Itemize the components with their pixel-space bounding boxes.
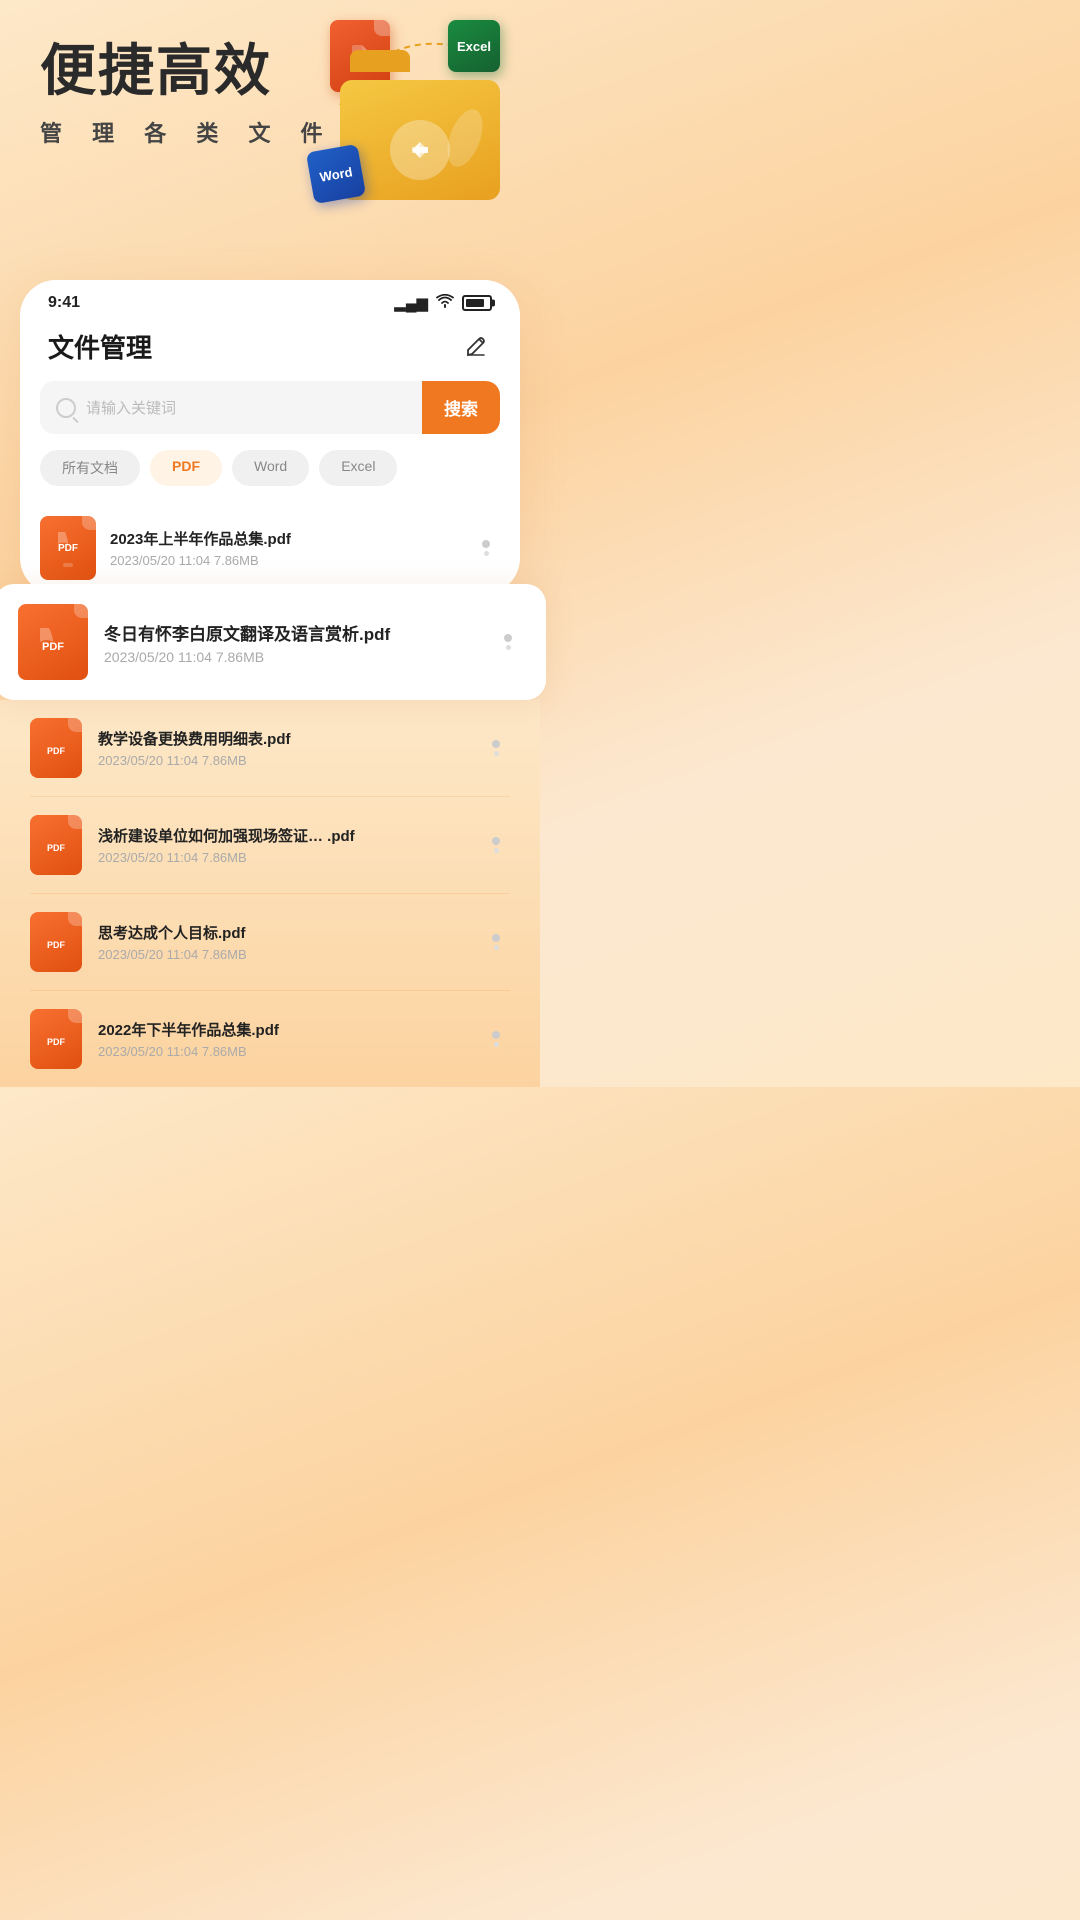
dot-2	[484, 551, 489, 556]
edit-icon[interactable]	[460, 331, 492, 363]
file-more-1[interactable]	[472, 534, 500, 562]
filter-tabs: 所有文档 PDF Word Excel	[20, 450, 520, 502]
pdf-icon-6: PDF	[30, 1009, 82, 1069]
file-more-4[interactable]	[482, 831, 510, 859]
file-meta-1: 2023/05/20 11:04 7.86MB	[110, 553, 458, 568]
more-dots-icon-3	[492, 740, 500, 756]
more-dots-icon-highlighted	[504, 634, 512, 650]
file-item-1[interactable]: PDF 2023年上半年作品总集.pdf 2023/05/20 11:04 7.…	[40, 502, 500, 594]
file-info-5: 思考达成个人目标.pdf 2023/05/20 11:04 7.86MB	[98, 922, 466, 962]
pdf-icon-3: PDF	[30, 718, 82, 778]
dot-3-1	[492, 740, 500, 748]
svg-text:PDF: PDF	[47, 1037, 66, 1047]
app-header: 文件管理	[20, 320, 520, 381]
pdf-icon-5: PDF	[30, 912, 82, 972]
dot-6-1	[492, 1031, 500, 1039]
svg-text:PDF: PDF	[58, 543, 78, 554]
wifi-icon	[436, 294, 454, 312]
pdf-icon-1: PDF	[40, 516, 96, 580]
svg-text:PDF: PDF	[47, 746, 66, 756]
svg-text:PDF: PDF	[42, 641, 64, 653]
file-name-5: 思考达成个人目标.pdf	[98, 922, 466, 943]
more-dots-icon-4	[492, 837, 500, 853]
svg-text:PDF: PDF	[47, 940, 66, 950]
file-card-highlighted[interactable]: PDF 冬日有怀李白原文翻译及语言赏析.pdf 2023/05/20 11:04…	[0, 584, 546, 700]
tab-all-docs[interactable]: 所有文档	[40, 450, 140, 486]
file-more-3[interactable]	[482, 734, 510, 762]
dot-6-2	[494, 1042, 499, 1047]
status-time: 9:41	[48, 294, 80, 312]
file-more-6[interactable]	[482, 1025, 510, 1053]
file-info-3: 教学设备更换费用明细表.pdf 2023/05/20 11:04 7.86MB	[98, 728, 466, 768]
file-info-6: 2022年下半年作品总集.pdf 2023/05/20 11:04 7.86MB	[98, 1019, 466, 1059]
file-item-3[interactable]: PDF 教学设备更换费用明细表.pdf 2023/05/20 11:04 7.8…	[30, 700, 510, 797]
status-icons: ▂▄▆	[394, 294, 492, 312]
file-item-6[interactable]: PDF 2022年下半年作品总集.pdf 2023/05/20 11:04 7.…	[30, 991, 510, 1087]
search-placeholder: 请输入关键词	[86, 397, 176, 418]
signal-icon: ▂▄▆	[394, 294, 428, 312]
search-bar[interactable]: 请输入关键词 搜索	[40, 381, 500, 434]
dot-5-2	[494, 945, 499, 950]
file-name-1: 2023年上半年作品总集.pdf	[110, 528, 458, 549]
tab-word[interactable]: Word	[232, 450, 309, 486]
pdf-icon-4: PDF	[30, 815, 82, 875]
file-info-4: 浅析建设单位如何加强现场签证… .pdf 2023/05/20 11:04 7.…	[98, 825, 466, 865]
file-item-4[interactable]: PDF 浅析建设单位如何加强现场签证… .pdf 2023/05/20 11:0…	[30, 797, 510, 894]
phone-mockup: 9:41 ▂▄▆ 文件管理	[20, 280, 520, 594]
more-dots-icon-5	[492, 934, 500, 950]
svg-text:PDF: PDF	[47, 843, 66, 853]
search-icon	[56, 398, 76, 418]
folder-shine	[441, 105, 490, 172]
file-info-highlighted: 冬日有怀李白原文翻译及语言赏析.pdf 2023/05/20 11:04 7.8…	[104, 620, 478, 665]
extra-file-list: PDF 教学设备更换费用明细表.pdf 2023/05/20 11:04 7.8…	[0, 700, 540, 1087]
dot-h1	[504, 634, 512, 642]
dot-4-1	[492, 837, 500, 845]
search-button[interactable]: 搜索	[422, 381, 500, 434]
battery-fill	[466, 299, 484, 307]
battery-icon	[462, 295, 492, 311]
more-dots-icon-1	[482, 540, 490, 556]
file-meta-6: 2023/05/20 11:04 7.86MB	[98, 1044, 466, 1059]
hero-section: 便捷高效 管 理 各 类 文 件 Excel PDF	[0, 0, 540, 280]
folder-tab	[350, 50, 410, 72]
folder-arrows-icon	[390, 120, 450, 180]
file-name-3: 教学设备更换费用明细表.pdf	[98, 728, 466, 749]
dot-3-2	[494, 751, 499, 756]
dot-1	[482, 540, 490, 548]
more-dots-icon-6	[492, 1031, 500, 1047]
dot-4-2	[494, 848, 499, 853]
file-list: PDF 2023年上半年作品总集.pdf 2023/05/20 11:04 7.…	[20, 502, 520, 594]
file-name-highlighted: 冬日有怀李白原文翻译及语言赏析.pdf	[104, 620, 478, 645]
tab-excel[interactable]: Excel	[319, 450, 397, 486]
pdf-label	[63, 563, 73, 567]
pdf-icon-highlighted: PDF	[18, 604, 88, 680]
word-badge: Word	[306, 144, 366, 204]
file-name-6: 2022年下半年作品总集.pdf	[98, 1019, 466, 1040]
search-input-area: 请输入关键词	[40, 383, 422, 432]
tab-pdf[interactable]: PDF	[150, 450, 222, 486]
file-meta-highlighted: 2023/05/20 11:04 7.86MB	[104, 649, 478, 665]
folder-body	[340, 80, 500, 200]
file-more-highlighted[interactable]	[494, 628, 522, 656]
folder-icon	[340, 50, 510, 200]
file-item-5[interactable]: PDF 思考达成个人目标.pdf 2023/05/20 11:04 7.86MB	[30, 894, 510, 991]
dot-5-1	[492, 934, 500, 942]
file-meta-4: 2023/05/20 11:04 7.86MB	[98, 850, 466, 865]
file-meta-3: 2023/05/20 11:04 7.86MB	[98, 753, 466, 768]
file-meta-5: 2023/05/20 11:04 7.86MB	[98, 947, 466, 962]
dot-h2	[506, 645, 511, 650]
file-info-1: 2023年上半年作品总集.pdf 2023/05/20 11:04 7.86MB	[110, 528, 458, 568]
file-name-4: 浅析建设单位如何加强现场签证… .pdf	[98, 825, 466, 846]
illustration: Excel PDF	[310, 20, 510, 240]
file-more-5[interactable]	[482, 928, 510, 956]
status-bar: 9:41 ▂▄▆	[20, 280, 520, 320]
app-title: 文件管理	[48, 328, 152, 365]
